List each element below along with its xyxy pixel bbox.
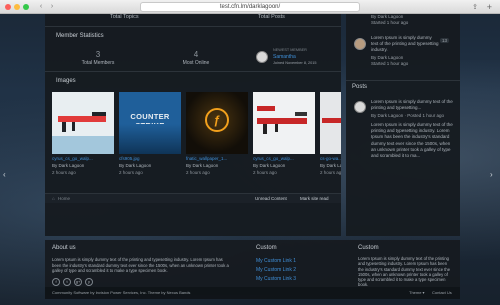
image-caption[interactable]: cfs905.jpg [119,156,140,161]
image-caption[interactable]: fnatic_wallpaper_1... [186,156,227,161]
newest-member-name[interactable]: Samantha [273,54,296,60]
twitter-icon[interactable]: t [63,278,71,286]
most-online-label: Most Online [182,60,210,66]
forward-icon[interactable]: › [47,3,57,11]
image-time: 2 hours ago [253,170,277,175]
image-shade [119,124,181,154]
total-members-value: 3 [95,50,101,59]
divider [45,26,341,27]
carousel-right-arrow-icon[interactable]: › [490,170,493,179]
reply-count-badge: 13 [440,38,450,43]
image-time: 2 hours ago [52,170,76,175]
image-caption[interactable]: cyrus_cs_go_walp... [253,156,294,161]
youtube-icon[interactable]: y [85,278,93,286]
breadcrumb-home[interactable]: Home [58,196,70,201]
gallery-image-5[interactable] [320,92,341,154]
custom-link-2[interactable]: My Custom Link 2 [256,267,296,273]
topic-started: Started 1 hour ago [371,20,409,25]
rifle-image [52,112,114,154]
copyright-text: Community Software by Invision Power Ser… [52,290,191,295]
zoom-window-button[interactable] [23,4,29,10]
image-author: By Dark Lagoon [52,163,85,168]
address-bar[interactable]: test.cfn.lm/darklagoon/ [140,2,360,12]
custom-link-3[interactable]: My Custom Link 3 [256,276,296,282]
post-title-link[interactable]: Lorem Ipsum is simply dummy text of the … [371,99,456,111]
carousel-left-arrow-icon[interactable]: ‹ [3,170,6,179]
about-us-text: Lorem Ipsum is simply dummy text of the … [52,257,229,274]
divider [45,71,341,72]
newest-member-label: NEWEST MEMBER [273,48,307,52]
gallery-image-2[interactable]: COUNTER STRIKE [119,92,181,154]
total-posts-label: Total Posts [258,14,285,20]
custom-link-1[interactable]: My Custom Link 1 [256,258,296,264]
total-members-label: Total Members [81,60,115,66]
custom-heading: Custom [256,245,277,251]
topic-author: By Dark Lagoon [371,14,404,19]
topic-title-link[interactable]: Lorem Ipsum is simply dummy text of the … [371,35,439,54]
image-time: 2 hours ago [186,170,210,175]
newest-member-joined: Joined November 8, 2015 [273,61,317,65]
total-topics-label: Total Topics [110,14,139,20]
close-window-button[interactable] [5,4,11,10]
facebook-icon[interactable]: f [52,278,60,286]
fnatic-logo: ƒ [205,108,229,132]
rifle-fragment [322,118,341,123]
avatar[interactable] [354,101,366,113]
posts-heading: Posts [352,84,368,90]
breadcrumb-bar [45,193,341,203]
image-caption[interactable]: cs-go-wa... [320,156,341,161]
gallery-image-1[interactable] [52,92,114,154]
home-icon[interactable]: ⌂ [52,196,55,201]
avatar[interactable] [256,51,268,63]
mark-site-read-link[interactable]: Mark site read [300,196,329,201]
custom-heading: Custom [358,245,379,251]
back-icon[interactable]: ‹ [36,3,46,11]
topic-started: Started 1 hour ago [371,61,409,66]
browser-toolbar: ‹ › test.cfn.lm/darklagoon/ ⇪ + [0,0,500,14]
post-excerpt: Lorem Ipsum is simply dummy text of the … [371,122,453,159]
image-author: By Dark Lagoon [186,163,219,168]
image-author: By Dark Lagoon [119,163,152,168]
minimize-window-button[interactable] [14,4,20,10]
image-caption[interactable]: cyrus_cs_go_walp... [52,156,93,161]
gallery-image-4[interactable] [253,92,315,154]
new-tab-icon[interactable]: + [487,2,492,12]
google-plus-icon[interactable]: g+ [74,278,82,286]
share-icon[interactable]: ⇪ [472,3,478,11]
unread-content-link[interactable]: Unread Content [255,196,287,201]
image-time: 2 hours ago [320,170,341,175]
gallery-image-3[interactable]: ƒ [186,92,248,154]
about-us-heading: About us [52,245,76,251]
image-time: 2 hours ago [119,170,143,175]
theme-selector[interactable]: Theme ▾ [409,290,425,295]
post-meta: By Dark Lagoon · Posted 1 hour ago [371,113,445,118]
image-author: By Dark Lagoon [320,163,341,168]
avatar[interactable] [354,38,366,50]
member-statistics-heading: Member Statistics [56,33,104,39]
topic-author: By Dark Lagoon [371,55,404,60]
image-author: By Dark Lagoon [253,163,286,168]
most-online-value: 4 [193,50,199,59]
divider [346,80,460,81]
contact-us-link[interactable]: Contact Us [432,290,452,295]
custom-text: Lorem Ipsum is simply dummy text of the … [358,256,451,287]
images-heading: Images [56,78,76,84]
rifle-image [257,106,307,134]
